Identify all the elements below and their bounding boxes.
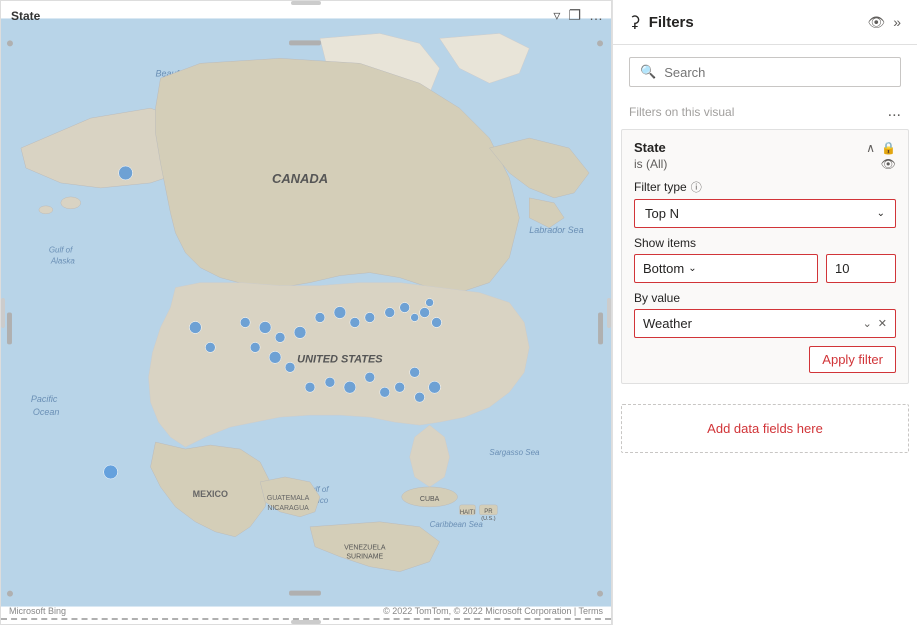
filter-card-header: State ∧ 🔒	[634, 140, 896, 155]
dropdown-arrow-icon: ⌄	[877, 208, 885, 219]
filters-panel: ⚳ Filters 👁 » 🔍 Filters on this visual .…	[612, 0, 917, 625]
search-box[interactable]: 🔍	[629, 57, 901, 87]
section-more-button[interactable]: ...	[888, 103, 901, 121]
svg-text:VENEZUELA: VENEZUELA	[344, 545, 386, 552]
filters-header: ⚳ Filters 👁 »	[613, 0, 917, 45]
svg-text:Labrador Sea: Labrador Sea	[529, 225, 583, 235]
apply-filter-row: Apply filter	[634, 346, 896, 373]
map-title: State	[11, 9, 40, 23]
add-data-text: Add data fields here	[707, 421, 823, 436]
map-copyright: © 2022 TomTom, © 2022 Microsoft Corporat…	[383, 606, 603, 616]
svg-text:UNITED STATES: UNITED STATES	[297, 353, 383, 365]
show-items-label: Show items	[634, 236, 896, 250]
svg-text:Caribbean Sea: Caribbean Sea	[430, 520, 484, 529]
more-icon[interactable]: …	[589, 7, 603, 24]
svg-text:CANADA: CANADA	[272, 171, 328, 186]
chevron-up-icon[interactable]: ∧	[866, 141, 875, 155]
by-value-dropdown[interactable]: Weather ⌄ ✕	[634, 309, 896, 338]
svg-text:CUBA: CUBA	[420, 496, 440, 503]
info-icon[interactable]: ⓘ	[691, 179, 702, 195]
svg-text:(U.S.): (U.S.)	[481, 516, 495, 522]
svg-text:MEXICO: MEXICO	[193, 489, 228, 499]
by-value-label: By value	[634, 291, 896, 305]
show-count-input[interactable]	[826, 254, 896, 283]
svg-text:Pacific: Pacific	[31, 394, 58, 404]
by-value-icons: ⌄ ✕	[863, 317, 887, 330]
filter-type-label: Filter type ⓘ	[634, 179, 896, 195]
map-watermark: Microsoft Bing	[9, 606, 66, 616]
filters-title: Filters	[649, 14, 860, 31]
apply-filter-button[interactable]: Apply filter	[809, 346, 896, 373]
search-input[interactable]	[664, 65, 890, 80]
map-toolbar: ▿ ❐ …	[553, 7, 603, 24]
svg-text:PR: PR	[484, 509, 493, 515]
svg-text:HAITI: HAITI	[460, 510, 476, 516]
filter-value: is (All) 👁	[634, 157, 896, 171]
show-direction-value: Bottom	[643, 261, 684, 276]
filter-type-value: Top N	[645, 206, 679, 221]
resize-handle-right[interactable]	[607, 298, 611, 328]
by-value-chevron-icon[interactable]: ⌄	[863, 317, 872, 330]
chevron-right-icon[interactable]: »	[893, 14, 901, 30]
eye-small-icon[interactable]: 👁	[881, 157, 896, 171]
fullscreen-icon[interactable]: ❐	[568, 7, 581, 24]
add-data-section[interactable]: Add data fields here	[621, 404, 909, 453]
svg-text:Sargasso Sea: Sargasso Sea	[489, 448, 540, 457]
eye-icon[interactable]: 👁	[867, 14, 885, 31]
map-panel: State ▿ ❐ … Beaufort Sea Hudson Bay Labr…	[0, 0, 612, 625]
by-value-clear-icon[interactable]: ✕	[878, 317, 887, 330]
filter-card-icons: ∧ 🔒	[866, 141, 896, 155]
show-items-row: Bottom ⌄	[634, 254, 896, 283]
search-icon: 🔍	[640, 64, 656, 80]
by-value-text: Weather	[643, 316, 863, 331]
svg-text:GUATEMALA: GUATEMALA	[267, 495, 310, 502]
filter-type-dropdown[interactable]: Top N ⌄	[634, 199, 896, 228]
svg-text:Gulf of: Gulf of	[49, 246, 73, 255]
filter-card-state: State ∧ 🔒 is (All) 👁 Filter type ⓘ Top N…	[621, 129, 909, 384]
map-visualization: Beaufort Sea Hudson Bay Labrador Sea Gul…	[1, 1, 611, 624]
lock-icon[interactable]: 🔒	[881, 141, 896, 155]
filters-section-label: Filters on this visual ...	[613, 99, 917, 129]
svg-text:NICARAGUA: NICARAGUA	[267, 505, 309, 512]
svg-text:Alaska: Alaska	[50, 257, 75, 266]
show-direction-dropdown[interactable]: Bottom ⌄	[634, 254, 818, 283]
resize-handle-top[interactable]	[291, 1, 321, 5]
filter-field-name: State	[634, 140, 666, 155]
resize-handle-left[interactable]	[1, 298, 5, 328]
svg-text:Ocean: Ocean	[33, 407, 59, 417]
svg-text:SURINAME: SURINAME	[346, 554, 383, 561]
section-label-text: Filters on this visual	[629, 105, 734, 119]
filter-header-icon: ⚳	[629, 12, 641, 32]
map-bottom-dashed	[1, 618, 611, 624]
show-direction-arrow: ⌄	[688, 263, 696, 274]
filters-header-icons: 👁 »	[867, 14, 901, 31]
filter-icon[interactable]: ▿	[553, 7, 560, 24]
